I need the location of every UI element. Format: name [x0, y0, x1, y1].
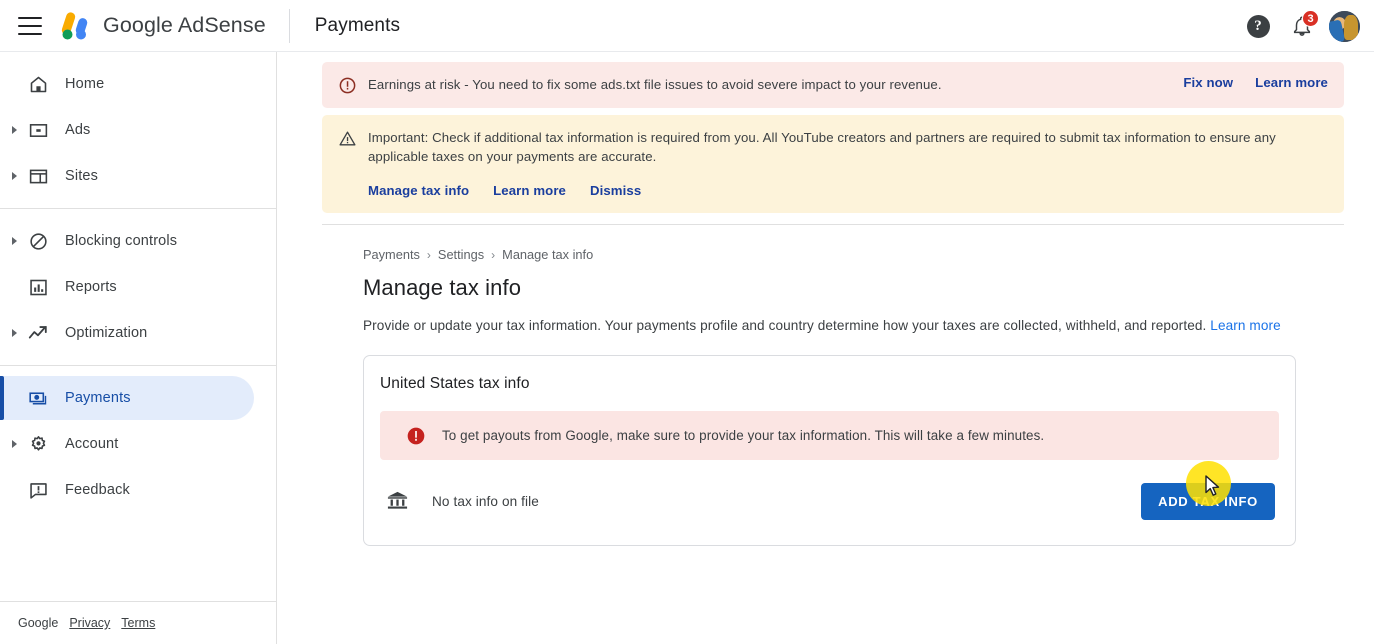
breadcrumb-separator: ›: [491, 247, 496, 262]
brand-name: Google AdSense: [103, 13, 266, 37]
user-avatar[interactable]: [1329, 10, 1360, 42]
sidebar-item-reports[interactable]: Reports: [0, 265, 254, 309]
sidebar-item-label: Reports: [65, 279, 117, 295]
page-body: Payments › Settings › Manage tax info Ma…: [277, 225, 1374, 546]
home-icon: [26, 72, 50, 96]
warning-triangle-icon: [336, 129, 358, 148]
card-title: United States tax info: [380, 375, 530, 392]
footer-brand: Google: [18, 616, 59, 630]
chevron-right-icon[interactable]: [6, 237, 22, 245]
sidebar-item-blocking-controls[interactable]: Blocking controls: [0, 219, 254, 263]
block-icon: [26, 229, 50, 253]
sidebar-group-3: Payments Account Feedback: [0, 366, 276, 522]
sidebar-group-1: Home Ads Sites: [0, 52, 276, 208]
page-title: Manage tax info: [363, 275, 522, 300]
help-glyph: ?: [1246, 14, 1270, 38]
learn-more-link[interactable]: Learn more: [1255, 75, 1328, 90]
bank-icon: [386, 489, 410, 513]
sidebar-footer: Google Privacy Terms: [0, 601, 276, 644]
dismiss-link[interactable]: Dismiss: [590, 183, 641, 198]
sidebar-nav: Home Ads Sites Blocking controls Reports…: [0, 52, 277, 644]
reports-icon: [26, 275, 50, 299]
header-page-title: Payments: [314, 14, 401, 36]
top-app-bar: Google AdSense Payments ? 3: [0, 0, 1374, 52]
learn-more-link[interactable]: Learn more: [493, 183, 566, 198]
payments-icon: [26, 386, 50, 410]
bell-icon[interactable]: 3: [1285, 9, 1319, 43]
sidebar-item-label: Optimization: [65, 325, 148, 341]
page-description-text: Provide or update your tax information. …: [363, 318, 1207, 333]
sidebar-item-account[interactable]: Account: [0, 422, 254, 466]
error-filled-icon: [406, 426, 426, 446]
active-indicator: [0, 376, 4, 420]
breadcrumb-item-payments[interactable]: Payments: [363, 247, 420, 262]
adsense-payments-page: Google AdSense Payments ? 3 Home Ads Sit…: [0, 0, 1374, 644]
adsense-logo-icon: [61, 11, 88, 39]
ads-icon: [26, 118, 50, 142]
error-circle-icon: [336, 76, 358, 95]
tax-status-row: No tax info on file ADD TAX INFO: [380, 473, 1279, 529]
page-description: Provide or update your tax information. …: [363, 318, 1344, 333]
optimization-icon: [26, 321, 50, 345]
breadcrumb-separator: ›: [426, 247, 431, 262]
footer-privacy-link[interactable]: Privacy: [69, 616, 110, 630]
help-icon[interactable]: ?: [1241, 9, 1275, 43]
tax-info-alert: To get payouts from Google, make sure to…: [380, 411, 1279, 460]
sidebar-item-label: Home: [65, 76, 105, 92]
breadcrumb-item-settings[interactable]: Settings: [438, 247, 484, 262]
sidebar-item-label: Sites: [65, 168, 98, 184]
banner-list: Earnings at risk - You need to fix some …: [277, 52, 1374, 225]
alert-text: To get payouts from Google, make sure to…: [442, 428, 1045, 443]
sidebar-item-label: Payments: [65, 390, 131, 406]
learn-more-link[interactable]: Learn more: [1210, 318, 1281, 333]
tax-info-banner: Important: Check if additional tax infor…: [322, 115, 1344, 213]
chevron-right-icon[interactable]: [6, 440, 22, 448]
chevron-right-icon[interactable]: [6, 172, 22, 180]
fix-now-link[interactable]: Fix now: [1183, 75, 1233, 90]
sites-icon: [26, 164, 50, 188]
sidebar-item-feedback[interactable]: Feedback: [0, 468, 254, 512]
breadcrumb: Payments › Settings › Manage tax info: [363, 247, 1344, 262]
banner-actions: Fix now Learn more: [1183, 75, 1328, 90]
sidebar-item-sites[interactable]: Sites: [0, 154, 254, 198]
brand-logo[interactable]: Google AdSense: [58, 11, 266, 41]
account-gear-icon: [26, 432, 50, 456]
banner-text: Important: Check if additional tax infor…: [368, 130, 1276, 164]
add-tax-info-button[interactable]: ADD TAX INFO: [1141, 482, 1275, 520]
sidebar-item-home[interactable]: Home: [0, 62, 254, 106]
header-divider: [288, 8, 290, 43]
sidebar-item-label: Account: [65, 436, 119, 452]
main-content: Earnings at risk - You need to fix some …: [277, 52, 1374, 644]
sidebar-group-2: Blocking controls Reports Optimization: [0, 209, 276, 365]
sidebar-item-optimization[interactable]: Optimization: [0, 311, 254, 355]
breadcrumb-item-manage-tax-info: Manage tax info: [502, 247, 594, 262]
us-tax-info-card: United States tax info To get payouts fr…: [363, 355, 1296, 546]
hamburger-menu-icon[interactable]: [18, 16, 42, 35]
feedback-icon: [26, 478, 50, 502]
chevron-right-icon[interactable]: [6, 329, 22, 337]
banner-actions: Manage tax info Learn more Dismiss: [368, 183, 641, 198]
manage-tax-info-link[interactable]: Manage tax info: [368, 183, 469, 198]
earnings-risk-banner: Earnings at risk - You need to fix some …: [322, 62, 1344, 108]
chevron-right-icon[interactable]: [6, 126, 22, 134]
footer-terms-link[interactable]: Terms: [121, 616, 155, 630]
sidebar-item-ads[interactable]: Ads: [0, 108, 254, 152]
header-actions: ? 3: [1241, 0, 1360, 52]
banner-text: Earnings at risk - You need to fix some …: [368, 77, 942, 92]
tax-status-text: No tax info on file: [432, 493, 539, 509]
sidebar-item-label: Ads: [65, 122, 91, 138]
sidebar-item-label: Blocking controls: [65, 233, 178, 249]
sidebar-item-payments[interactable]: Payments: [0, 376, 254, 420]
notification-badge: 3: [1302, 10, 1319, 27]
sidebar-item-label: Feedback: [65, 482, 130, 498]
